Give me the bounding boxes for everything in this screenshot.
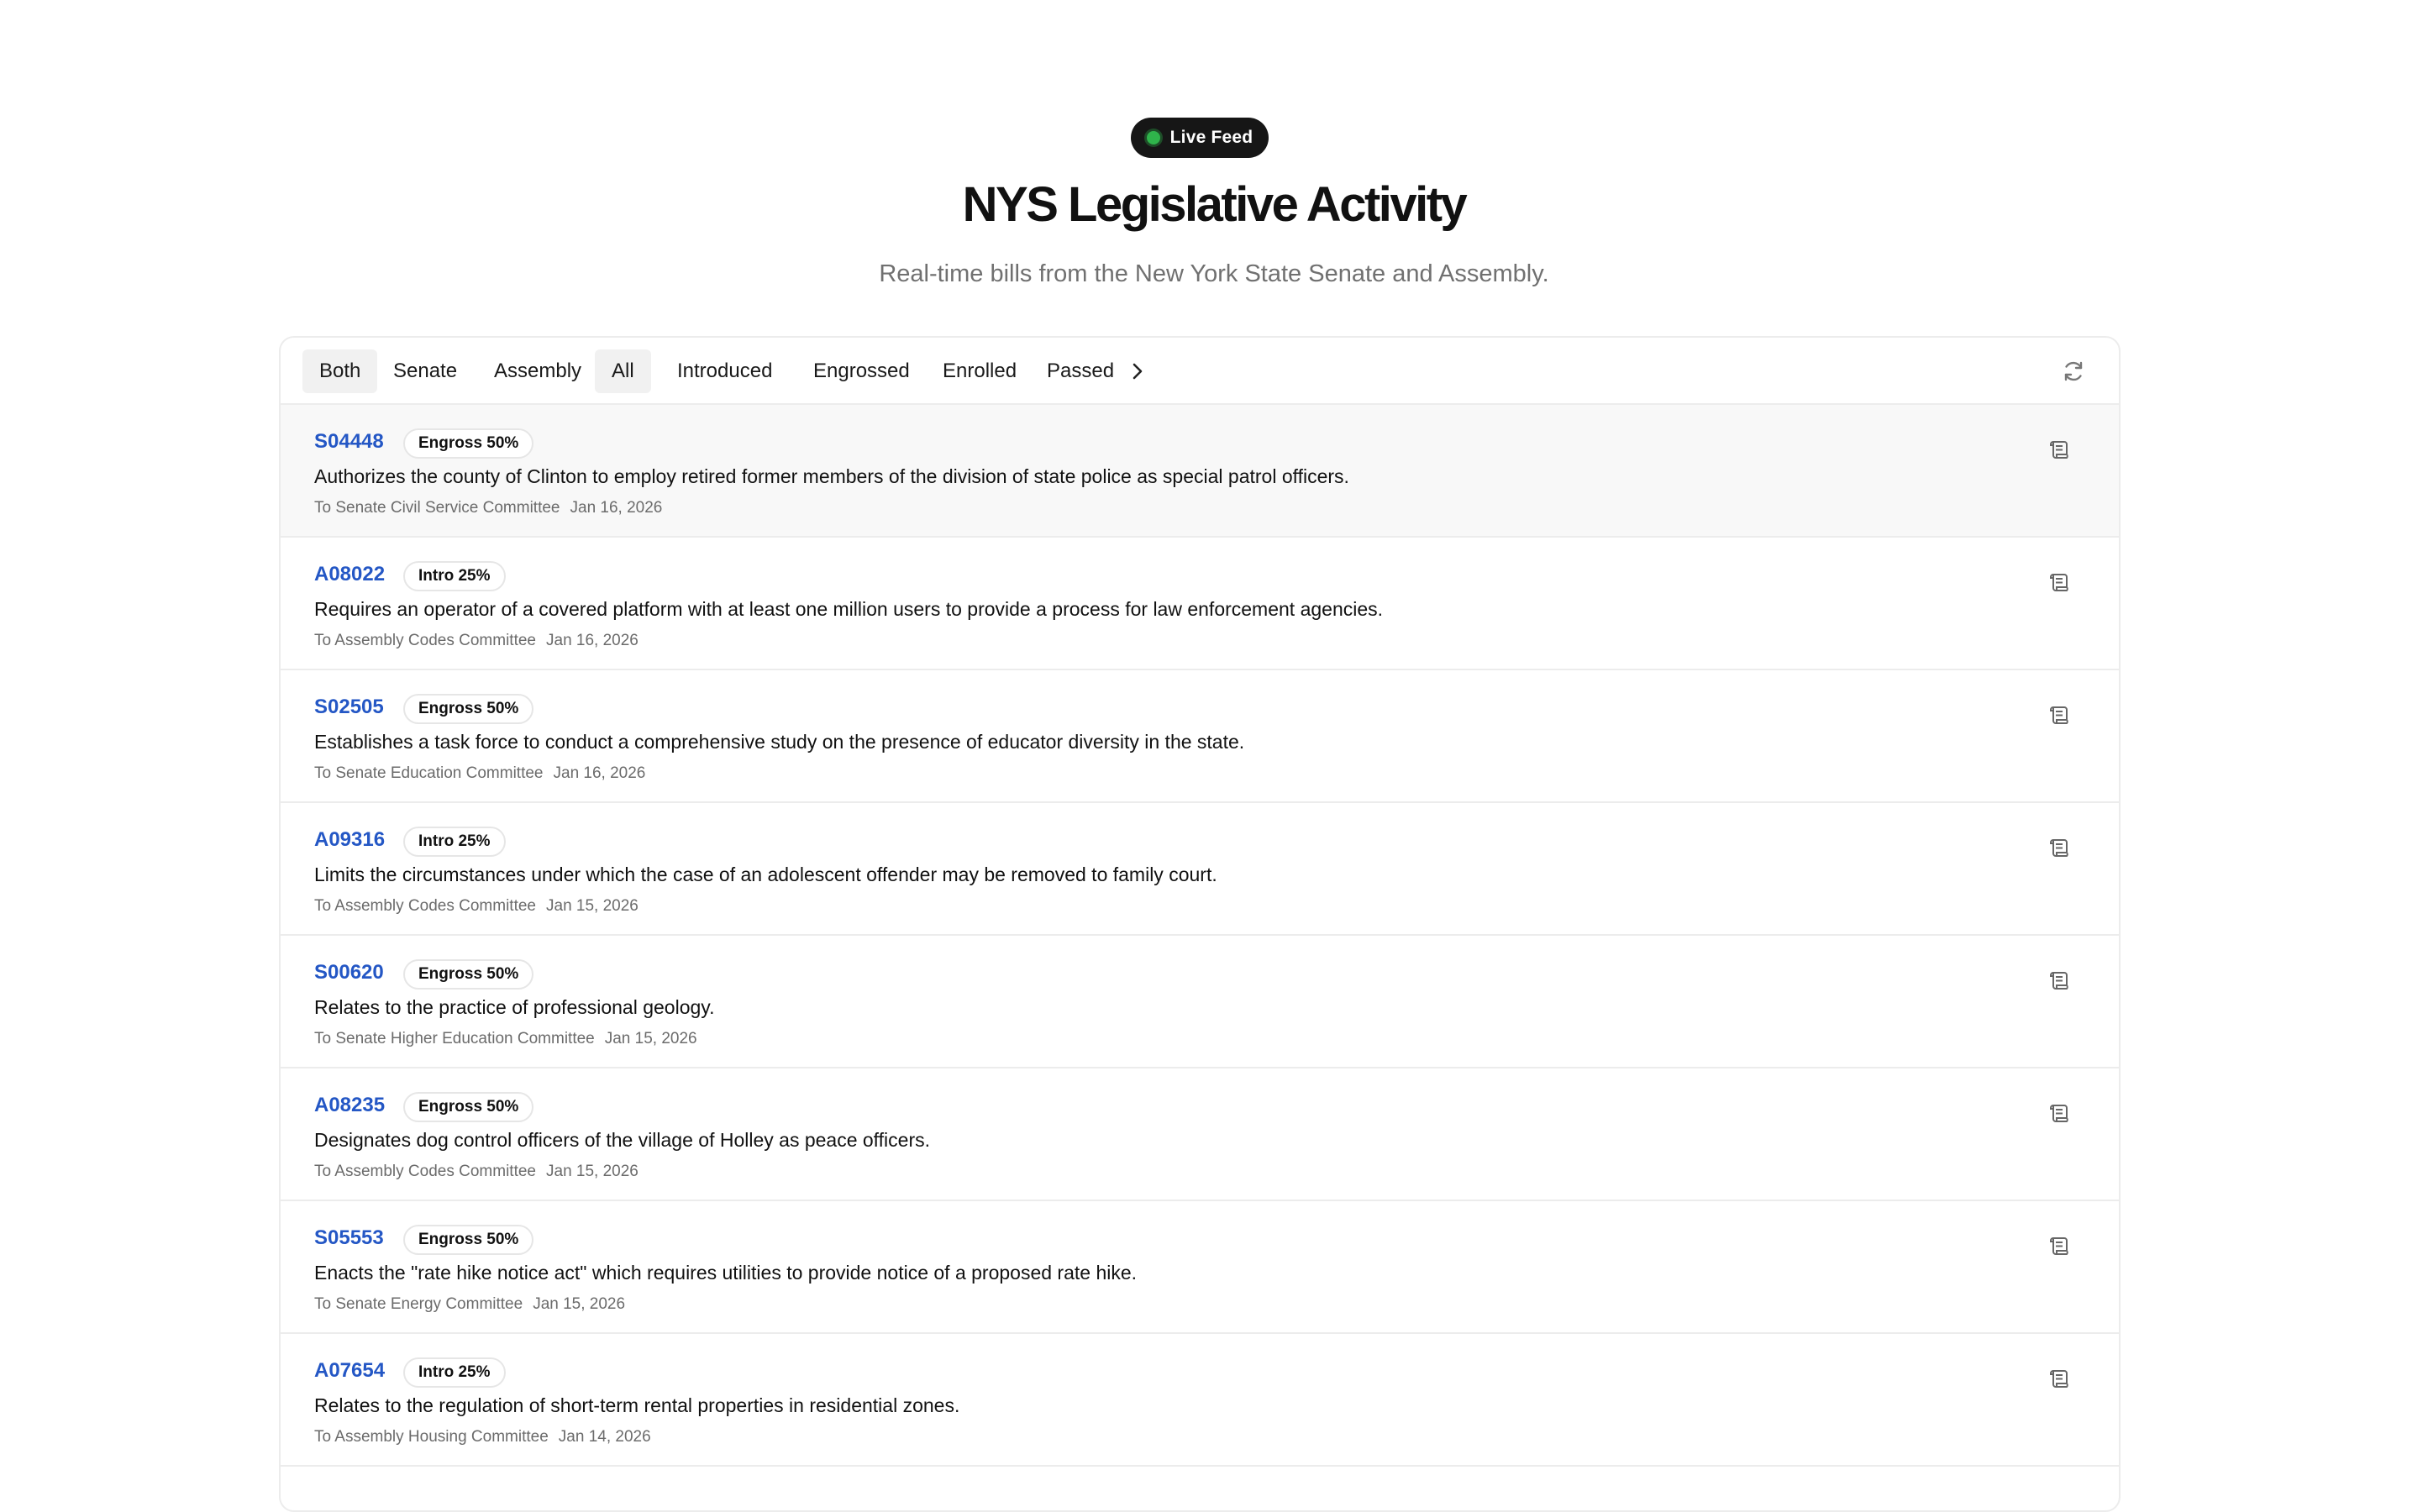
refresh-icon[interactable] — [2058, 356, 2089, 386]
bill-description: Limits the circumstances under which the… — [314, 864, 1217, 885]
tab-senate[interactable]: Senate — [376, 349, 474, 393]
bill-description: Requires an operator of a covered platfo… — [314, 598, 1384, 620]
stage-badge: Engross 50% — [403, 1092, 534, 1122]
tab-engrossed[interactable]: Engrossed — [796, 349, 927, 393]
bill-committee: To Assembly Codes Committee — [314, 1163, 536, 1180]
bill-committee: To Assembly Codes Committee — [314, 632, 536, 649]
bill-id-link[interactable]: A07654 — [314, 1359, 385, 1383]
bill-date: Jan 14, 2026 — [558, 1428, 651, 1446]
chevron-right-icon[interactable] — [1121, 354, 1154, 388]
bill-meta: To Assembly Codes Committee Jan 15, 2026 — [314, 1163, 639, 1181]
stage-badge: Intro 25% — [403, 1357, 506, 1388]
bill-committee: To Assembly Codes Committee — [314, 897, 536, 915]
bill-row[interactable]: A07654 Intro 25% Relates to the regulation… — [281, 1334, 2119, 1467]
bill-date: Jan 16, 2026 — [553, 764, 646, 782]
bill-row[interactable]: A09316 Intro 25% Limits the circumstances … — [281, 803, 2119, 936]
bill-meta: To Assembly Codes Committee Jan 16, 2026 — [314, 632, 639, 650]
bill-row[interactable]: S00620 Engross 50% Relates to the practice… — [281, 936, 2119, 1068]
stage-badge: Engross 50% — [403, 959, 534, 990]
bill-meta: To Senate Higher Education Committee Jan … — [314, 1030, 697, 1048]
live-feed-label: Live Feed — [1169, 128, 1253, 147]
bill-description: Authorizes the county of Clinton to empl… — [314, 465, 1349, 487]
tab-passed[interactable]: Passed — [1030, 349, 1131, 393]
bill-meta: To Assembly Codes Committee Jan 15, 2026 — [314, 897, 639, 916]
bill-committee: To Senate Education Committee — [314, 764, 544, 782]
bill-date: Jan 16, 2026 — [546, 632, 639, 649]
bill-meta: To Senate Energy Committee Jan 15, 2026 — [314, 1295, 625, 1314]
bill-date: Jan 15, 2026 — [533, 1295, 626, 1313]
bill-meta: To Senate Civil Service Committee Jan 16,… — [314, 499, 662, 517]
page-subtitle: Real-time bills from the New York State … — [879, 260, 1549, 287]
bill-id-link[interactable]: S04448 — [314, 430, 384, 454]
bill-committee: To Senate Energy Committee — [314, 1295, 523, 1313]
bill-committee: To Senate Higher Education Committee — [314, 1030, 595, 1047]
bill-committee: To Assembly Housing Committee — [314, 1428, 549, 1446]
bill-row[interactable]: A08022 Intro 25% Requires an operator of a… — [281, 538, 2119, 670]
filter-toolbar: Both Senate Assembly All Introduced Engr… — [281, 338, 2119, 405]
scroll-document-icon[interactable] — [2047, 835, 2072, 860]
bill-row[interactable]: S05553 Engross 50% Enacts the "rate hike n… — [281, 1201, 2119, 1334]
bill-date: Jan 15, 2026 — [604, 1030, 697, 1047]
bill-id-link[interactable]: A08235 — [314, 1094, 385, 1117]
bill-id-link[interactable]: A08022 — [314, 563, 385, 586]
scroll-document-icon[interactable] — [2047, 1233, 2072, 1258]
bill-meta: To Senate Education Committee Jan 16, 202… — [314, 764, 645, 783]
tab-enrolled[interactable]: Enrolled — [926, 349, 1033, 393]
bills-panel: Both Senate Assembly All Introduced Engr… — [279, 336, 2121, 1512]
bill-description: Designates dog control officers of the v… — [314, 1129, 931, 1151]
bill-row[interactable]: S04448 Engross 50% Authorizes the county o… — [281, 405, 2119, 538]
stage-badge: Engross 50% — [403, 428, 534, 459]
bill-id-link[interactable]: A09316 — [314, 828, 385, 852]
scroll-document-icon[interactable] — [2047, 702, 2072, 727]
scroll-document-icon[interactable] — [2047, 437, 2072, 462]
scroll-document-icon[interactable] — [2047, 1100, 2072, 1126]
bill-description: Establishes a task force to conduct a co… — [314, 731, 1245, 753]
bill-committee: To Senate Civil Service Committee — [314, 499, 560, 517]
stage-badge: Engross 50% — [403, 694, 534, 724]
tab-introduced[interactable]: Introduced — [660, 349, 789, 393]
stage-badge: Intro 25% — [403, 561, 506, 591]
bill-date: Jan 15, 2026 — [546, 897, 639, 915]
scroll-document-icon[interactable] — [2047, 570, 2072, 595]
bill-description: Enacts the "rate hike notice act" which … — [314, 1262, 1138, 1284]
bill-id-link[interactable]: S02505 — [314, 696, 384, 719]
bill-description: Relates to the practice of professional … — [314, 996, 715, 1018]
stage-badge: Intro 25% — [403, 827, 506, 857]
bill-description: Relates to the regulation of short-term … — [314, 1394, 960, 1416]
bill-date: Jan 16, 2026 — [570, 499, 663, 517]
live-feed-badge: Live Feed — [1131, 118, 1269, 158]
bill-id-link[interactable]: S00620 — [314, 961, 384, 984]
scroll-document-icon[interactable] — [2047, 968, 2072, 993]
tab-both[interactable]: Both — [302, 349, 378, 393]
scroll-document-icon[interactable] — [2047, 1366, 2072, 1391]
stage-badge: Engross 50% — [403, 1225, 534, 1255]
tab-assembly[interactable]: Assembly — [477, 349, 598, 393]
page-title: NYS Legislative Activity — [962, 177, 1468, 232]
tab-all[interactable]: All — [595, 349, 651, 393]
bill-row[interactable]: A08235 Engross 50% Designates dog control … — [281, 1068, 2119, 1201]
bill-row[interactable]: S02505 Engross 50% Establishes a task forc… — [281, 670, 2119, 803]
bill-id-link[interactable]: S05553 — [314, 1226, 384, 1250]
bill-meta: To Assembly Housing Committee Jan 14, 202… — [314, 1428, 651, 1446]
live-status-dot-icon — [1146, 131, 1160, 144]
bill-date: Jan 15, 2026 — [546, 1163, 639, 1180]
